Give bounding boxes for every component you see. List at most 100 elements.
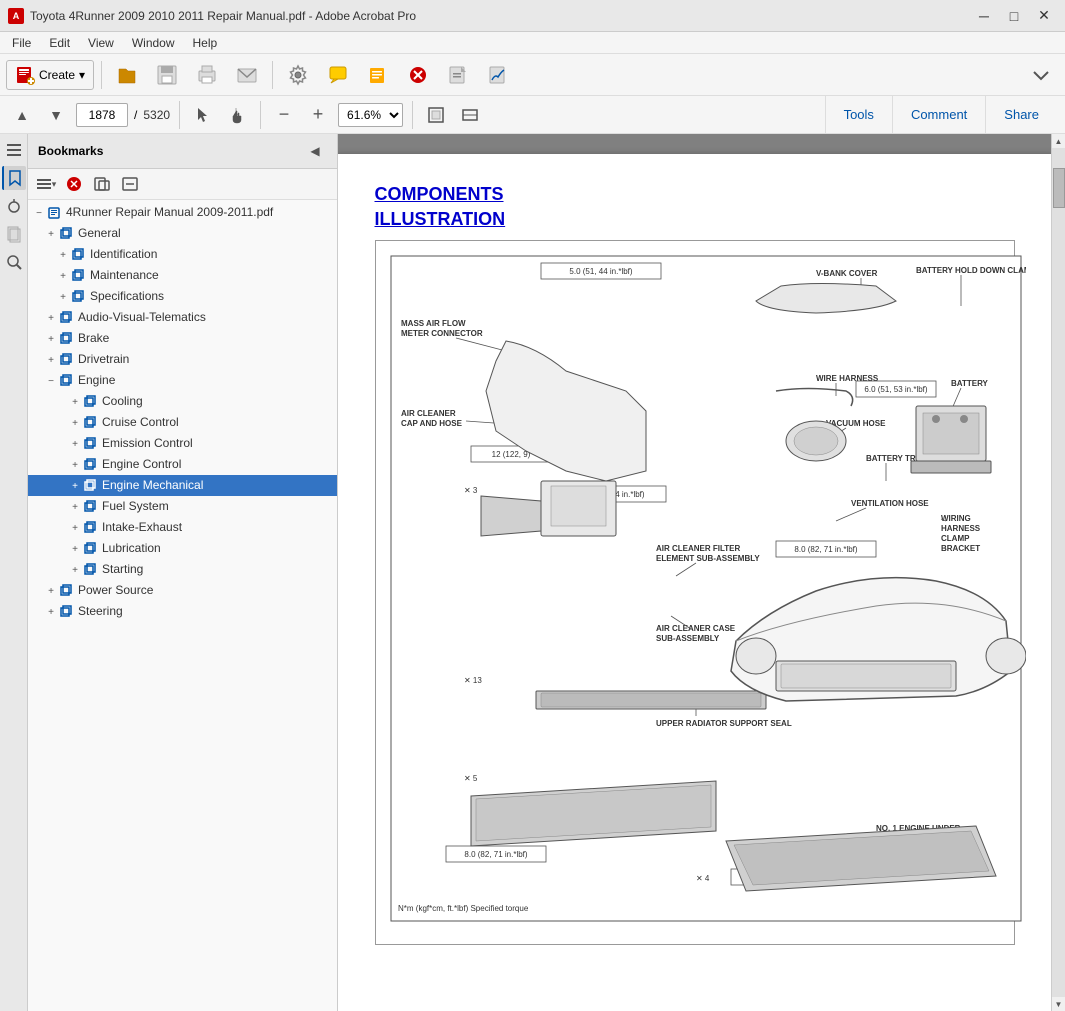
bookmark-label-brake: Brake bbox=[78, 330, 333, 347]
scroll-up-arrow[interactable]: ▲ bbox=[1052, 134, 1065, 148]
panel-search-button[interactable] bbox=[2, 250, 26, 274]
bookmark-item-steering[interactable]: + Steering bbox=[28, 601, 337, 622]
expand-identification[interactable]: + bbox=[56, 247, 70, 263]
markup-button[interactable] bbox=[360, 59, 396, 91]
expand-root[interactable]: − bbox=[32, 205, 46, 221]
close-button[interactable]: ✕ bbox=[1031, 6, 1057, 26]
settings-button[interactable] bbox=[280, 59, 316, 91]
zoom-in-button[interactable]: + bbox=[304, 101, 332, 129]
bookmark-item-audio-visual[interactable]: + Audio-Visual-Telematics bbox=[28, 307, 337, 328]
minimize-button[interactable]: ─ bbox=[971, 6, 997, 26]
bookmark-item-root[interactable]: − 4Runner Repair Manual 2009-2011.pdf bbox=[28, 202, 337, 223]
tools-tab[interactable]: Tools bbox=[825, 96, 892, 134]
bookmark-item-specifications[interactable]: + Specifications bbox=[28, 286, 337, 307]
bookmark-item-fuel-system[interactable]: + Fuel System bbox=[28, 496, 337, 517]
bookmark-item-engine-control[interactable]: + Engine Control bbox=[28, 454, 337, 475]
expand-cruise-control[interactable]: + bbox=[68, 415, 82, 431]
nav-down-button[interactable]: ▼ bbox=[42, 101, 70, 129]
sign-button[interactable] bbox=[480, 59, 516, 91]
bookmark-item-identification[interactable]: + Identification bbox=[28, 244, 337, 265]
zoom-select[interactable]: 61.6% 50% 75% 100% 125% 150% bbox=[338, 103, 403, 127]
maximize-button[interactable]: □ bbox=[1001, 6, 1027, 26]
bookmark-item-intake-exhaust[interactable]: + Intake-Exhaust bbox=[28, 517, 337, 538]
open-button[interactable] bbox=[109, 59, 145, 91]
expand-starting[interactable]: + bbox=[68, 562, 82, 578]
bookmark-label-audio-visual: Audio-Visual-Telematics bbox=[78, 309, 333, 326]
share-tab[interactable]: Share bbox=[985, 96, 1057, 134]
menu-file[interactable]: File bbox=[4, 34, 39, 52]
expand-specifications[interactable]: + bbox=[56, 289, 70, 305]
scroll-down-arrow[interactable]: ▼ bbox=[1052, 997, 1065, 1011]
redact-button[interactable] bbox=[400, 59, 436, 91]
bookmark-item-power-source[interactable]: + Power Source bbox=[28, 580, 337, 601]
nav-separator-2 bbox=[260, 101, 261, 129]
bookmark-item-cruise-control[interactable]: + Cruise Control bbox=[28, 412, 337, 433]
panel-bookmarks-button[interactable] bbox=[2, 166, 26, 190]
expand-fuel-system[interactable]: + bbox=[68, 499, 82, 515]
menu-dropdown-icon: ▾ bbox=[52, 179, 57, 190]
menu-window[interactable]: Window bbox=[124, 34, 183, 52]
expand-steering[interactable]: + bbox=[44, 604, 58, 620]
panel-navigation-button[interactable] bbox=[2, 138, 26, 162]
expand-lubrication[interactable]: + bbox=[68, 541, 82, 557]
fit-page-button[interactable] bbox=[422, 101, 450, 129]
bookmark-label-lubrication: Lubrication bbox=[102, 540, 333, 557]
bookmark-item-engine-mechanical[interactable]: + Engine Mechanical bbox=[28, 475, 337, 496]
expand-engine-mechanical[interactable]: + bbox=[68, 478, 82, 494]
expand-engine-control[interactable]: + bbox=[68, 457, 82, 473]
expand-maintenance[interactable]: + bbox=[56, 268, 70, 284]
right-scrollbar[interactable]: ▲ ▼ bbox=[1051, 134, 1065, 1011]
bookmark-icon-cruise-control bbox=[83, 415, 99, 431]
nav-separator-1 bbox=[179, 101, 180, 129]
bookmark-item-general[interactable]: + General bbox=[28, 223, 337, 244]
hand-tool-button[interactable] bbox=[223, 101, 251, 129]
menu-help[interactable]: Help bbox=[185, 34, 226, 52]
sidebar-collapse-button[interactable]: ◀ bbox=[303, 140, 327, 162]
menu-edit[interactable]: Edit bbox=[41, 34, 78, 52]
comment-tool-button[interactable] bbox=[320, 59, 356, 91]
expand-brake[interactable]: + bbox=[44, 331, 58, 347]
bookmark-item-starting[interactable]: + Starting bbox=[28, 559, 337, 580]
comment-tab[interactable]: Comment bbox=[892, 96, 985, 134]
email-button[interactable] bbox=[229, 59, 265, 91]
page-number-input[interactable] bbox=[76, 103, 128, 127]
bookmark-item-drivetrain[interactable]: + Drivetrain bbox=[28, 349, 337, 370]
expand-general[interactable]: + bbox=[44, 226, 58, 242]
nav-up-button[interactable]: ▲ bbox=[8, 101, 36, 129]
expand-button[interactable] bbox=[1023, 59, 1059, 91]
bookmark-item-lubrication[interactable]: + Lubrication bbox=[28, 538, 337, 559]
panel-attachments-button[interactable] bbox=[2, 194, 26, 218]
export-button[interactable] bbox=[440, 59, 476, 91]
expand-engine[interactable]: − bbox=[44, 373, 58, 389]
sidebar-collapse-all-button[interactable] bbox=[118, 173, 142, 195]
expand-power-source[interactable]: + bbox=[44, 583, 58, 599]
bookmark-item-cooling[interactable]: + Cooling bbox=[28, 391, 337, 412]
pdf-title-2[interactable]: ILLUSTRATION bbox=[375, 209, 1015, 230]
sidebar-close-all-button[interactable] bbox=[62, 173, 86, 195]
expand-intake-exhaust[interactable]: + bbox=[68, 520, 82, 536]
bookmark-item-maintenance[interactable]: + Maintenance bbox=[28, 265, 337, 286]
svg-text:AIR CLEANER FILTER: AIR CLEANER FILTER bbox=[656, 544, 741, 553]
print-button[interactable] bbox=[189, 59, 225, 91]
pdf-area[interactable]: COMPONENTS ILLUSTRATION 5.0 (51, 44 in.*… bbox=[338, 134, 1051, 1011]
expand-drivetrain[interactable]: + bbox=[44, 352, 58, 368]
expand-emission-control[interactable]: + bbox=[68, 436, 82, 452]
bookmark-icon-cooling bbox=[83, 394, 99, 410]
expand-cooling[interactable]: + bbox=[68, 394, 82, 410]
scroll-thumb[interactable] bbox=[1053, 168, 1065, 208]
menu-view[interactable]: View bbox=[80, 34, 122, 52]
create-button[interactable]: Create ▾ bbox=[6, 60, 94, 90]
bookmark-item-engine[interactable]: − Engine bbox=[28, 370, 337, 391]
panel-pages-button[interactable] bbox=[2, 222, 26, 246]
sidebar-menu-button[interactable]: ▾ bbox=[34, 173, 58, 195]
pdf-title-1[interactable]: COMPONENTS bbox=[375, 184, 1015, 205]
export-icon bbox=[446, 63, 470, 87]
sidebar-expand-button[interactable] bbox=[90, 173, 114, 195]
bookmark-item-brake[interactable]: + Brake bbox=[28, 328, 337, 349]
fit-width-button[interactable] bbox=[456, 101, 484, 129]
save-button[interactable] bbox=[149, 59, 185, 91]
zoom-out-button[interactable]: − bbox=[270, 101, 298, 129]
select-tool-button[interactable] bbox=[189, 101, 217, 129]
bookmark-item-emission-control[interactable]: + Emission Control bbox=[28, 433, 337, 454]
expand-audio-visual[interactable]: + bbox=[44, 310, 58, 326]
